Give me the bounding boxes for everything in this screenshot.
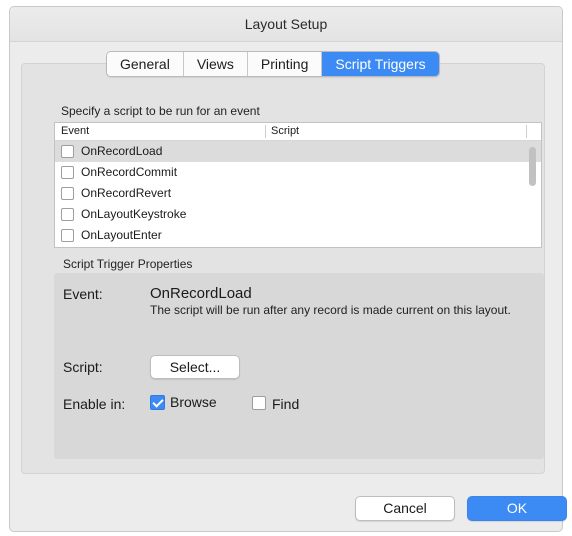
column-divider: [526, 125, 527, 138]
event-name-cell: OnRecordRevert: [81, 186, 172, 200]
column-divider: [265, 125, 266, 138]
row-checkbox[interactable]: [61, 229, 74, 242]
tab-bar: General Views Printing Script Triggers: [106, 51, 440, 77]
event-table: Event Script OnRecordLoad OnRecordCommit…: [54, 122, 542, 248]
table-row[interactable]: OnRecordLoad: [55, 141, 541, 162]
browse-label: Browse: [170, 394, 217, 410]
row-checkbox[interactable]: [61, 208, 74, 221]
table-scrollbar[interactable]: [529, 147, 536, 186]
tab-script-triggers[interactable]: Script Triggers: [322, 52, 439, 76]
event-name-cell: OnLayoutKeystroke: [81, 207, 187, 221]
row-checkbox[interactable]: [61, 187, 74, 200]
select-script-button[interactable]: Select...: [150, 355, 240, 379]
event-name-cell: OnRecordCommit: [81, 165, 178, 179]
enable-in-label: Enable in:: [63, 396, 126, 412]
ok-button[interactable]: OK: [467, 496, 567, 521]
tab-views[interactable]: Views: [183, 52, 248, 76]
table-row[interactable]: OnRecordRevert: [55, 183, 541, 204]
event-description: The script will be run after any record …: [150, 303, 511, 317]
find-checkbox[interactable]: [252, 396, 266, 410]
window-title: Layout Setup: [10, 7, 562, 42]
event-name-cell: OnRecordLoad: [81, 144, 163, 158]
properties-box: [54, 273, 544, 459]
tab-general[interactable]: General: [107, 52, 184, 76]
table-row[interactable]: OnLayoutEnter: [55, 225, 541, 246]
row-checkbox[interactable]: [61, 166, 74, 179]
browse-checkbox[interactable]: [150, 395, 165, 410]
cancel-button[interactable]: Cancel: [355, 496, 455, 521]
column-header-event[interactable]: Event: [61, 125, 89, 137]
find-label: Find: [272, 396, 300, 412]
table-row[interactable]: OnRecordCommit: [55, 162, 541, 183]
instruction-text: Specify a script to be run for an event: [61, 104, 260, 118]
tab-printing[interactable]: Printing: [247, 52, 323, 76]
table-row[interactable]: OnLayoutKeystroke: [55, 204, 541, 225]
row-checkbox[interactable]: [61, 145, 74, 158]
event-name-value: OnRecordLoad: [150, 285, 252, 302]
event-label: Event:: [63, 286, 103, 302]
script-label: Script:: [63, 359, 103, 375]
table-header: Event Script: [55, 123, 541, 141]
properties-title: Script Trigger Properties: [63, 257, 193, 271]
column-header-script[interactable]: Script: [271, 125, 299, 137]
event-name-cell: OnLayoutEnter: [81, 228, 162, 242]
